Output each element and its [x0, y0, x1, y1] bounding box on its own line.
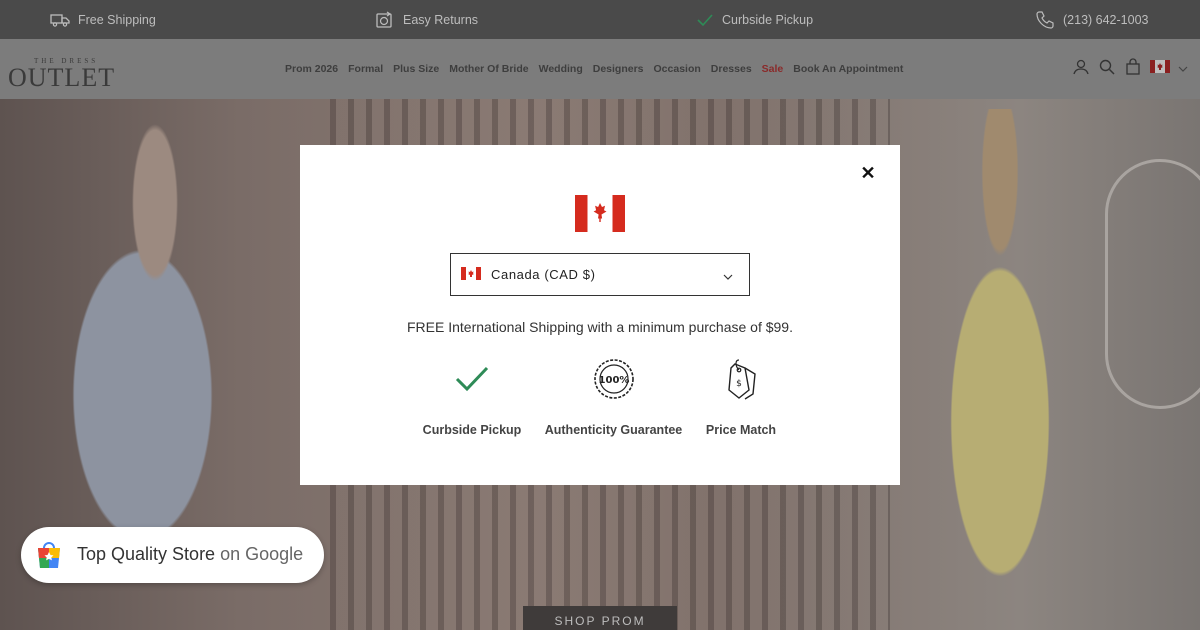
hero-image-right-model — [900, 109, 1100, 630]
truck-icon — [50, 13, 70, 27]
chevron-down-icon — [723, 269, 733, 284]
google-shopping-bag-icon — [34, 540, 64, 575]
site-header: THE DRESS OUTLET Prom 2026 Formal Plus S… — [0, 39, 1200, 99]
checkmark-icon — [455, 357, 489, 401]
phone-number: (213) 642-1003 — [1063, 12, 1149, 27]
search-icon[interactable] — [1098, 58, 1116, 81]
nav-formal[interactable]: Formal — [348, 63, 383, 75]
chevron-down-icon[interactable] — [1178, 60, 1188, 78]
badge-on-google-text: on Google — [220, 544, 304, 564]
feature-label: Curbside Pickup — [422, 423, 522, 437]
easy-returns-item[interactable]: Easy Returns — [375, 0, 478, 39]
feature-label: Price Match — [705, 423, 777, 437]
returns-icon — [375, 11, 395, 29]
main-nav: Prom 2026 Formal Plus Size Mother Of Bri… — [285, 39, 903, 99]
header-icons — [1072, 39, 1188, 99]
nav-plus-size[interactable]: Plus Size — [393, 63, 439, 75]
curbside-pickup-label: Curbside Pickup — [722, 12, 814, 27]
logo-big-text: OUTLET — [8, 63, 116, 92]
feature-price-match: $ Price Match — [701, 357, 781, 437]
curbside-pickup-item[interactable]: Curbside Pickup — [696, 0, 813, 39]
nav-dresses[interactable]: Dresses — [711, 63, 752, 75]
badge-main-text: Top Quality Store — [77, 544, 216, 564]
svg-text:$: $ — [736, 379, 742, 389]
feature-authenticity-guarantee: 100% Authenticity Guarantee — [541, 357, 686, 437]
account-icon[interactable] — [1072, 58, 1090, 81]
nav-occasion[interactable]: Occasion — [654, 63, 701, 75]
vanity-mirror — [1105, 159, 1200, 409]
feature-label: Authenticity Guarantee — [544, 423, 683, 437]
country-currency-select[interactable]: Canada (CAD $) — [450, 253, 750, 296]
nav-prom-2026[interactable]: Prom 2026 — [285, 63, 338, 75]
phone-item[interactable]: (213) 642-1003 — [1035, 0, 1148, 39]
nav-designers[interactable]: Designers — [593, 63, 644, 75]
canada-flag-icon — [575, 195, 625, 232]
country-selector-modal: ✕ Canada (CAD $) FREE International Ship… — [300, 145, 900, 485]
nav-wedding[interactable]: Wedding — [539, 63, 583, 75]
nav-sale[interactable]: Sale — [762, 63, 784, 75]
country-select-value: Canada (CAD $) — [491, 267, 596, 282]
announcement-bar: Free Shipping Easy Returns Curbside Pick… — [0, 0, 1200, 39]
google-top-quality-store-badge[interactable]: Top Quality Store on Google — [21, 527, 324, 583]
shop-prom-button[interactable]: SHOP PROM — [523, 606, 677, 630]
svg-text:100%: 100% — [598, 375, 629, 386]
nav-book-appointment[interactable]: Book An Appointment — [793, 63, 903, 75]
check-icon — [696, 13, 714, 27]
100-percent-badge-icon: 100% — [593, 357, 635, 401]
nav-mother-of-bride[interactable]: Mother Of Bride — [449, 63, 528, 75]
price-tag-icon: $ — [721, 357, 761, 401]
free-shipping-label: Free Shipping — [78, 12, 156, 27]
phone-icon — [1035, 10, 1055, 30]
canada-flag-icon — [461, 266, 481, 283]
close-icon[interactable]: ✕ — [860, 164, 876, 182]
cart-icon[interactable] — [1124, 57, 1142, 81]
easy-returns-label: Easy Returns — [403, 12, 479, 27]
google-badge-text: Top Quality Store on Google — [77, 544, 303, 565]
shipping-info-text: FREE International Shipping with a minim… — [407, 319, 793, 335]
free-shipping-item[interactable]: Free Shipping — [50, 0, 156, 39]
canada-flag-icon[interactable] — [1150, 60, 1170, 78]
feature-curbside-pickup: Curbside Pickup — [422, 357, 522, 437]
